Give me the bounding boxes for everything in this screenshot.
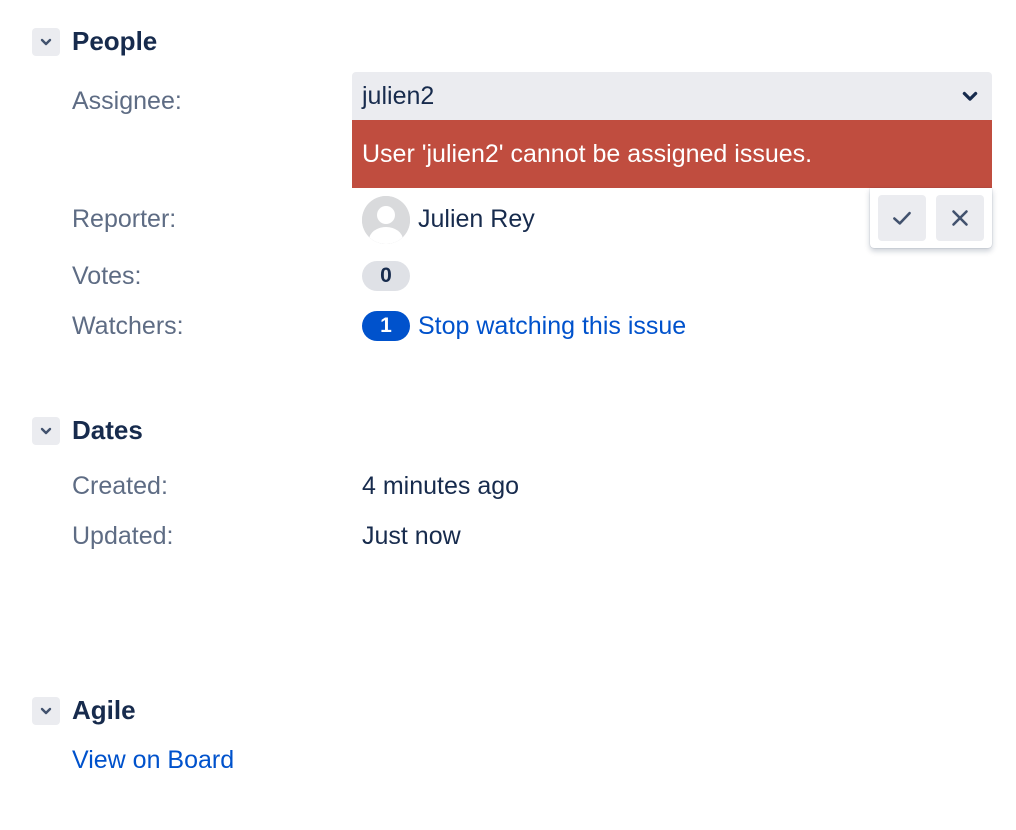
dates-section-header: Dates <box>32 415 143 446</box>
inline-edit-actions <box>870 188 992 248</box>
chevron-down-icon <box>40 707 52 714</box>
agile-toggle-button[interactable] <box>32 696 60 725</box>
reporter-avatar <box>362 196 410 244</box>
people-toggle-button[interactable] <box>32 27 60 56</box>
close-icon <box>952 210 968 226</box>
assignee-error-text: User 'julien2' cannot be assigned issues… <box>362 139 813 168</box>
view-on-board-link[interactable]: View on Board <box>72 745 234 775</box>
reporter-name[interactable]: Julien Rey <box>418 204 535 234</box>
chevron-down-icon <box>40 38 52 45</box>
dates-toggle-button[interactable] <box>32 416 60 445</box>
people-section-title: People <box>72 26 158 56</box>
assignee-error-message: User 'julien2' cannot be assigned issues… <box>352 120 992 188</box>
people-section-header: People <box>32 26 157 57</box>
reporter-label: Reporter: <box>72 205 177 233</box>
votes-count-badge[interactable]: 0 <box>362 261 410 291</box>
agile-section-header: Agile <box>32 695 136 726</box>
assignee-label: Assignee: <box>72 87 182 115</box>
chevron-down-icon <box>40 427 52 434</box>
confirm-button[interactable] <box>878 195 926 241</box>
check-icon <box>893 211 911 225</box>
assignee-select[interactable]: julien2 <box>352 72 992 120</box>
watchers-count-badge[interactable]: 1 <box>362 311 410 341</box>
updated-label: Updated: <box>72 522 174 550</box>
stop-watching-link[interactable]: Stop watching this issue <box>418 311 686 341</box>
agile-section-title: Agile <box>72 695 136 725</box>
assignee-select-value: julien2 <box>362 81 435 110</box>
user-avatar-icon <box>362 196 410 244</box>
created-value: 4 minutes ago <box>362 472 520 500</box>
created-label: Created: <box>72 472 168 500</box>
updated-value: Just now <box>362 522 461 550</box>
cancel-button[interactable] <box>936 195 984 241</box>
chevron-down-icon[interactable] <box>960 86 980 106</box>
dates-section-title: Dates <box>72 415 143 445</box>
votes-label: Votes: <box>72 262 142 290</box>
watchers-label: Watchers: <box>72 312 184 340</box>
issue-sidebar: People Assignee: julien2 User 'julien2' … <box>0 0 1016 830</box>
